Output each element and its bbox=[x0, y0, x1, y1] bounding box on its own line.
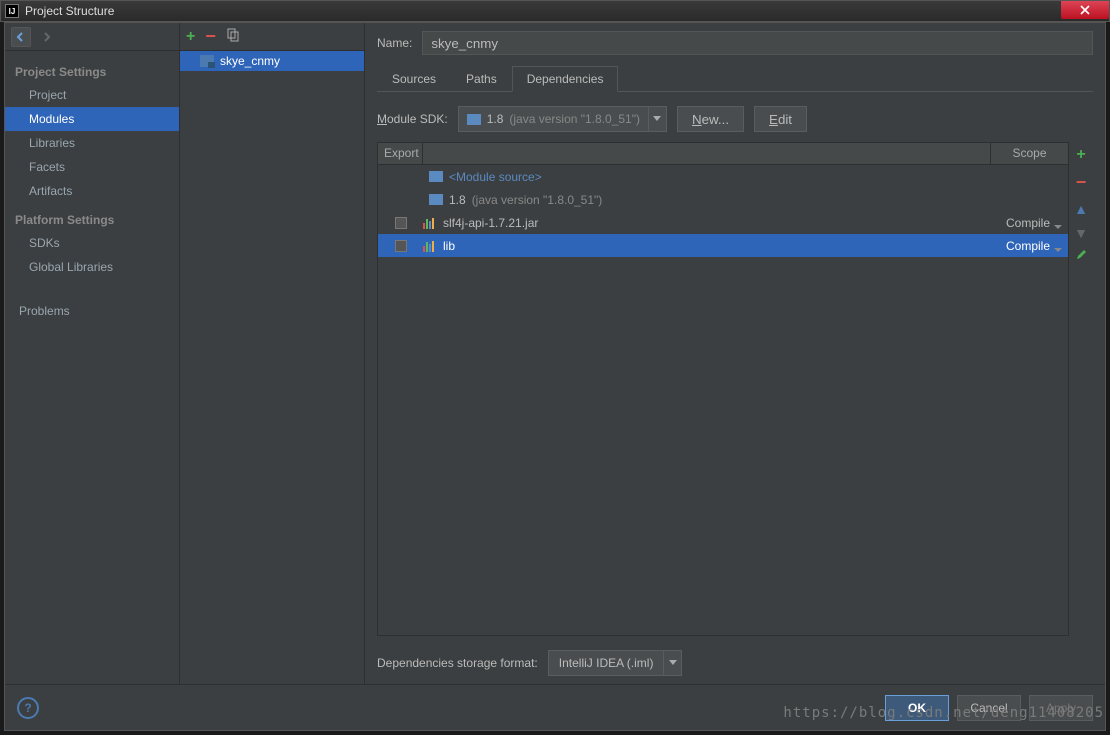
dependencies-body[interactable]: <Module source> 1.8 (java version "1.8.0… bbox=[378, 165, 1068, 635]
storage-value: IntelliJ IDEA (.iml) bbox=[548, 650, 665, 676]
dependencies-header: Export Scope bbox=[378, 143, 1068, 165]
dep-label: 1.8 bbox=[449, 193, 466, 207]
folder-icon bbox=[429, 171, 443, 182]
footer: ? OK Cancel Apply bbox=[5, 684, 1105, 730]
dep-label: lib bbox=[443, 239, 455, 253]
nav-section-project: Project Settings bbox=[5, 61, 179, 83]
forward-icon bbox=[41, 31, 53, 43]
dep-row-jar[interactable]: slf4j-api-1.7.21.jar Compile bbox=[378, 211, 1068, 234]
dependencies-side-toolbar: + − ▲ ▼ bbox=[1069, 142, 1093, 636]
storage-dropdown[interactable] bbox=[664, 650, 682, 676]
name-row: Name: bbox=[377, 31, 1093, 55]
sdk-folder-icon bbox=[467, 114, 481, 125]
move-up-button[interactable]: ▲ bbox=[1074, 201, 1088, 217]
dep-detail: (java version "1.8.0_51") bbox=[472, 193, 603, 207]
right-panel: Name: Sources Paths Dependencies Module … bbox=[365, 23, 1105, 684]
chevron-down-icon bbox=[669, 660, 677, 666]
sdk-detail: (java version "1.8.0_51") bbox=[509, 112, 640, 126]
dep-row-sdk[interactable]: 1.8 (java version "1.8.0_51") bbox=[378, 188, 1068, 211]
dep-export-cell bbox=[378, 240, 423, 252]
dep-scope[interactable]: Compile bbox=[990, 239, 1068, 253]
forward-button[interactable] bbox=[37, 27, 57, 47]
content-area: Project Settings Project Modules Librari… bbox=[5, 23, 1105, 684]
ok-button[interactable]: OK bbox=[885, 695, 949, 721]
nav-toolbar bbox=[5, 23, 179, 51]
folder-icon bbox=[429, 194, 443, 205]
nav-item-facets[interactable]: Facets bbox=[5, 155, 179, 179]
name-label: Name: bbox=[377, 36, 412, 50]
sdk-name: 1.8 bbox=[487, 112, 504, 126]
col-scope: Scope bbox=[990, 143, 1068, 164]
dependencies-area: Export Scope <Module source> bbox=[377, 142, 1093, 636]
col-export: Export bbox=[378, 143, 423, 164]
module-icon bbox=[200, 55, 214, 67]
nav-item-modules[interactable]: Modules bbox=[5, 107, 179, 131]
dep-label: <Module source> bbox=[449, 170, 542, 184]
nav-section-platform: Platform Settings bbox=[5, 209, 179, 231]
copy-module-button[interactable] bbox=[226, 28, 240, 45]
nav-item-artifacts[interactable]: Artifacts bbox=[5, 179, 179, 203]
back-button[interactable] bbox=[11, 27, 31, 47]
add-dependency-button[interactable]: + bbox=[1076, 146, 1085, 164]
dep-export-cell bbox=[378, 217, 423, 229]
nav-item-global-libraries[interactable]: Global Libraries bbox=[5, 255, 179, 279]
cancel-button[interactable]: Cancel bbox=[957, 695, 1021, 721]
tab-paths[interactable]: Paths bbox=[451, 66, 512, 92]
nav-item-project[interactable]: Project bbox=[5, 83, 179, 107]
library-icon bbox=[423, 217, 437, 229]
module-sdk-dropdown[interactable] bbox=[649, 106, 667, 132]
window-body: Project Settings Project Modules Librari… bbox=[4, 22, 1106, 731]
module-sdk-label: Module SDK: bbox=[377, 112, 448, 126]
add-module-button[interactable]: + bbox=[186, 28, 195, 46]
storage-combo[interactable]: IntelliJ IDEA (.iml) bbox=[548, 650, 683, 676]
copy-icon bbox=[226, 28, 240, 42]
dep-label: slf4j-api-1.7.21.jar bbox=[443, 216, 538, 230]
tab-sources[interactable]: Sources bbox=[377, 66, 451, 92]
apply-button[interactable]: Apply bbox=[1029, 695, 1093, 721]
app-icon: IJ bbox=[5, 4, 19, 18]
export-checkbox[interactable] bbox=[395, 217, 407, 229]
tab-dependencies[interactable]: Dependencies bbox=[512, 66, 619, 92]
back-icon bbox=[15, 31, 27, 43]
help-button[interactable]: ? bbox=[17, 697, 39, 719]
move-down-button[interactable]: ▼ bbox=[1074, 225, 1088, 241]
dep-row-lib[interactable]: lib Compile bbox=[378, 234, 1068, 257]
name-input[interactable] bbox=[422, 31, 1093, 55]
module-tree-item[interactable]: skye_cnmy bbox=[180, 51, 364, 71]
module-name-label: skye_cnmy bbox=[220, 54, 280, 68]
module-sdk-row: Module SDK: 1.8 (java version "1.8.0_51"… bbox=[377, 106, 1093, 132]
nav-item-libraries[interactable]: Libraries bbox=[5, 131, 179, 155]
nav-item-sdks[interactable]: SDKs bbox=[5, 231, 179, 255]
titlebar: IJ Project Structure bbox=[0, 0, 1110, 22]
export-checkbox[interactable] bbox=[395, 240, 407, 252]
remove-dependency-button[interactable]: − bbox=[1076, 172, 1087, 193]
tab-bar: Sources Paths Dependencies bbox=[377, 65, 1093, 92]
col-name bbox=[423, 143, 990, 164]
left-nav: Project Settings Project Modules Librari… bbox=[5, 23, 180, 684]
chevron-down-icon bbox=[653, 116, 661, 122]
library-icon bbox=[423, 240, 437, 252]
new-sdk-button[interactable]: New... bbox=[677, 106, 744, 132]
storage-label: Dependencies storage format: bbox=[377, 656, 538, 670]
window-title: Project Structure bbox=[25, 4, 114, 18]
module-sdk-combo[interactable]: 1.8 (java version "1.8.0_51") bbox=[458, 106, 649, 132]
close-button[interactable] bbox=[1061, 1, 1109, 19]
dep-scope[interactable]: Compile bbox=[990, 216, 1068, 230]
storage-row: Dependencies storage format: IntelliJ ID… bbox=[377, 650, 1093, 676]
remove-module-button[interactable]: − bbox=[205, 26, 216, 47]
module-tree-panel: + − skye_cnmy bbox=[180, 23, 365, 684]
edit-sdk-button[interactable]: Edit bbox=[754, 106, 807, 132]
nav-list: Project Settings Project Modules Librari… bbox=[5, 51, 179, 333]
edit-dependency-button[interactable] bbox=[1075, 249, 1087, 264]
dep-row-module-source[interactable]: <Module source> bbox=[378, 165, 1068, 188]
nav-item-problems[interactable]: Problems bbox=[5, 299, 179, 323]
module-toolbar: + − bbox=[180, 23, 364, 51]
pencil-icon bbox=[1075, 249, 1087, 261]
footer-buttons: OK Cancel Apply bbox=[885, 695, 1093, 721]
dependencies-table: Export Scope <Module source> bbox=[377, 142, 1069, 636]
close-icon bbox=[1080, 5, 1090, 15]
